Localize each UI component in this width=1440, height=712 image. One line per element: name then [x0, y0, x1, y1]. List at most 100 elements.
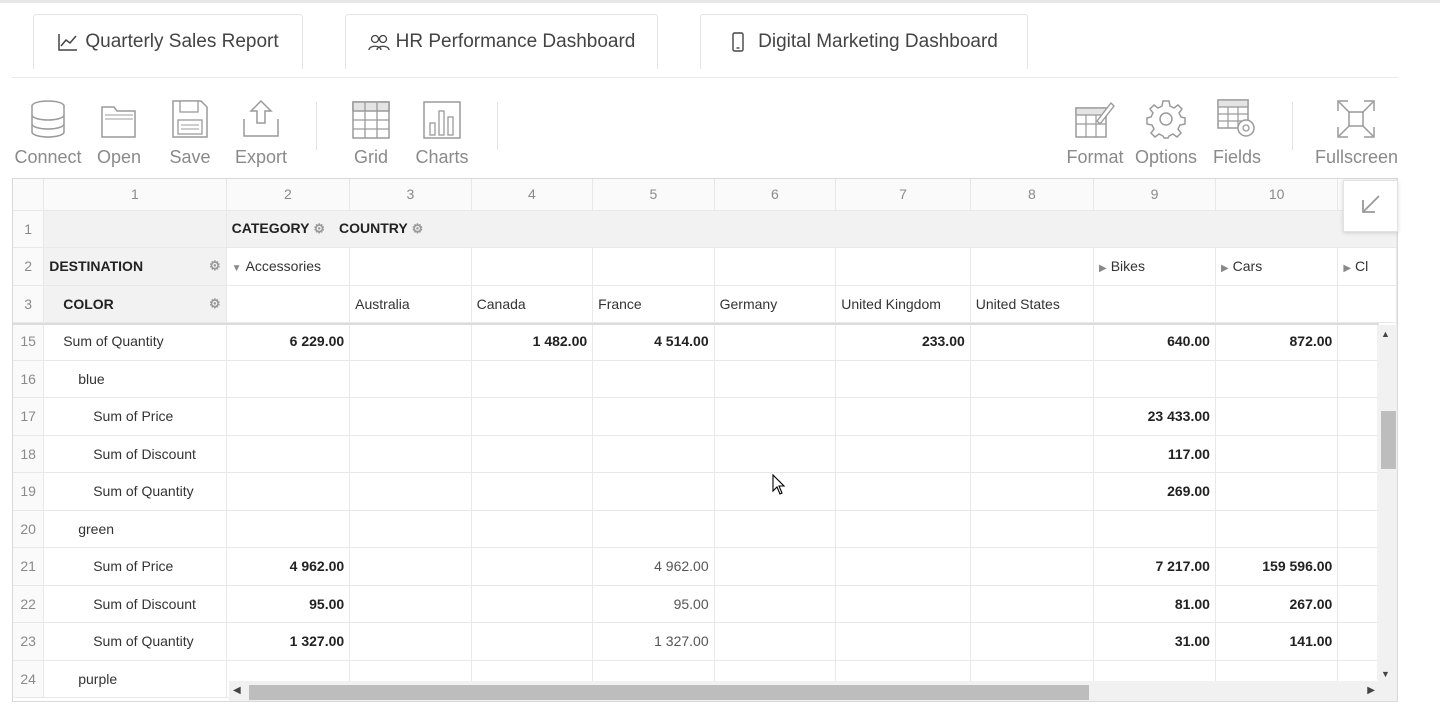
country-filter[interactable]: COUNTRY — [339, 220, 408, 236]
column-number[interactable]: 4 — [471, 179, 594, 211]
value-cell[interactable] — [471, 585, 594, 623]
value-cell[interactable] — [471, 472, 594, 511]
row-number[interactable]: 16 — [13, 360, 45, 398]
row-label[interactable]: Sum of Discount — [43, 435, 227, 473]
value-cell[interactable] — [592, 435, 715, 473]
value-cell[interactable]: 31.00 — [1093, 622, 1216, 661]
value-cell[interactable] — [592, 397, 715, 436]
options-button[interactable]: Options — [1131, 93, 1201, 169]
value-cell[interactable] — [226, 435, 351, 473]
value-cell[interactable] — [1093, 360, 1216, 398]
value-cell[interactable] — [970, 472, 1095, 511]
row-number[interactable]: 23 — [13, 622, 45, 661]
collapse-triangle-icon[interactable]: ▼ — [232, 263, 242, 274]
value-cell[interactable] — [835, 397, 971, 436]
expand-triangle-icon[interactable]: ▶ — [1099, 263, 1107, 274]
value-cell[interactable]: 159 596.00 — [1215, 547, 1339, 586]
value-cell[interactable] — [592, 360, 715, 398]
horizontal-scrollbar[interactable]: ◀ ▶ — [229, 681, 1379, 701]
value-cell[interactable] — [835, 510, 971, 548]
value-cell[interactable]: 640.00 — [1093, 322, 1216, 361]
gear-icon[interactable]: ⚙ — [412, 221, 424, 237]
value-cell[interactable] — [1215, 435, 1339, 473]
value-cell[interactable] — [1093, 510, 1216, 548]
value-cell[interactable]: 95.00 — [226, 585, 351, 623]
value-cell[interactable] — [970, 547, 1095, 586]
value-cell[interactable] — [592, 472, 715, 511]
value-cell[interactable] — [349, 322, 472, 361]
value-cell[interactable]: 7 217.00 — [1093, 547, 1216, 586]
value-cell[interactable]: 1 482.00 — [471, 322, 594, 361]
value-cell[interactable] — [592, 510, 715, 548]
value-cell[interactable] — [714, 585, 837, 623]
value-cell[interactable] — [970, 435, 1095, 473]
value-cell[interactable]: 4 514.00 — [592, 322, 715, 361]
value-cell[interactable] — [471, 360, 594, 398]
value-cell[interactable] — [714, 510, 837, 548]
value-cell[interactable] — [226, 360, 351, 398]
country-header[interactable]: United Kingdom — [835, 285, 971, 323]
country-header[interactable]: France — [592, 285, 715, 323]
value-cell[interactable] — [349, 472, 472, 511]
value-cell[interactable] — [349, 585, 472, 623]
country-header[interactable]: Canada — [471, 285, 594, 323]
value-cell[interactable]: 872.00 — [1215, 322, 1339, 361]
value-cell[interactable] — [226, 510, 351, 548]
value-cell[interactable] — [970, 360, 1095, 398]
value-cell[interactable] — [714, 397, 837, 436]
value-cell[interactable]: 141.00 — [1215, 622, 1339, 661]
value-cell[interactable] — [714, 322, 837, 361]
value-cell[interactable] — [349, 435, 472, 473]
row-number[interactable]: 24 — [13, 660, 45, 698]
value-cell[interactable] — [714, 360, 837, 398]
connect-button[interactable]: Connect — [13, 93, 83, 169]
value-cell[interactable] — [835, 360, 971, 398]
value-cell[interactable] — [471, 435, 594, 473]
value-cell[interactable] — [970, 585, 1095, 623]
row-label[interactable]: Sum of Quantity — [43, 322, 227, 361]
accessories-header[interactable]: ▼ Accessories — [226, 247, 351, 286]
grid-button[interactable]: Grid — [336, 93, 406, 169]
country-header[interactable]: Germany — [714, 285, 837, 323]
value-cell[interactable] — [714, 547, 837, 586]
value-cell[interactable] — [1215, 472, 1339, 511]
gear-icon[interactable]: ⚙ — [209, 258, 221, 274]
row-number[interactable]: 17 — [13, 397, 45, 436]
row-number[interactable]: 20 — [13, 510, 45, 548]
value-cell[interactable] — [970, 397, 1095, 436]
expand-triangle-icon[interactable]: ▶ — [1221, 263, 1229, 274]
value-cell[interactable] — [349, 622, 472, 661]
open-button[interactable]: Open — [84, 93, 154, 169]
color-filter[interactable]: COLOR ⚙ — [43, 285, 227, 323]
fields-button[interactable]: Fields — [1202, 93, 1272, 169]
scroll-up-icon[interactable]: ▲ — [1381, 329, 1390, 339]
value-cell[interactable]: 6 229.00 — [226, 322, 351, 361]
column-number[interactable]: 6 — [714, 179, 837, 211]
row-number[interactable]: 21 — [13, 547, 45, 586]
value-cell[interactable] — [349, 547, 472, 586]
value-cell[interactable] — [471, 622, 594, 661]
value-cell[interactable]: 117.00 — [1093, 435, 1216, 473]
tab-hr-performance-dashboard[interactable]: HR Performance Dashboard — [345, 14, 658, 69]
column-number[interactable]: 7 — [835, 179, 971, 211]
row-label[interactable]: blue — [43, 360, 227, 398]
value-cell[interactable] — [1215, 510, 1339, 548]
cars-header[interactable]: ▶ Cars — [1215, 247, 1339, 286]
column-number[interactable]: 8 — [970, 179, 1095, 211]
column-number[interactable]: 3 — [349, 179, 472, 211]
bikes-header[interactable]: ▶ Bikes — [1093, 247, 1216, 286]
value-cell[interactable]: 267.00 — [1215, 585, 1339, 623]
expand-triangle-icon[interactable]: ▶ — [1343, 263, 1351, 274]
value-cell[interactable] — [970, 510, 1095, 548]
cl-header[interactable]: ▶ Cl — [1337, 247, 1397, 286]
row-number[interactable]: 18 — [13, 435, 45, 473]
row-label[interactable]: purple — [43, 660, 227, 698]
column-number[interactable]: 1 — [43, 179, 227, 211]
horizontal-scroll-thumb[interactable] — [249, 685, 1089, 700]
value-cell[interactable]: 81.00 — [1093, 585, 1216, 623]
country-header[interactable]: Australia — [349, 285, 472, 323]
value-cell[interactable] — [349, 510, 472, 548]
save-button[interactable]: Save — [155, 93, 225, 169]
vertical-scrollbar[interactable]: ▲ ▼ — [1377, 325, 1397, 683]
scroll-down-icon[interactable]: ▼ — [1381, 669, 1390, 679]
